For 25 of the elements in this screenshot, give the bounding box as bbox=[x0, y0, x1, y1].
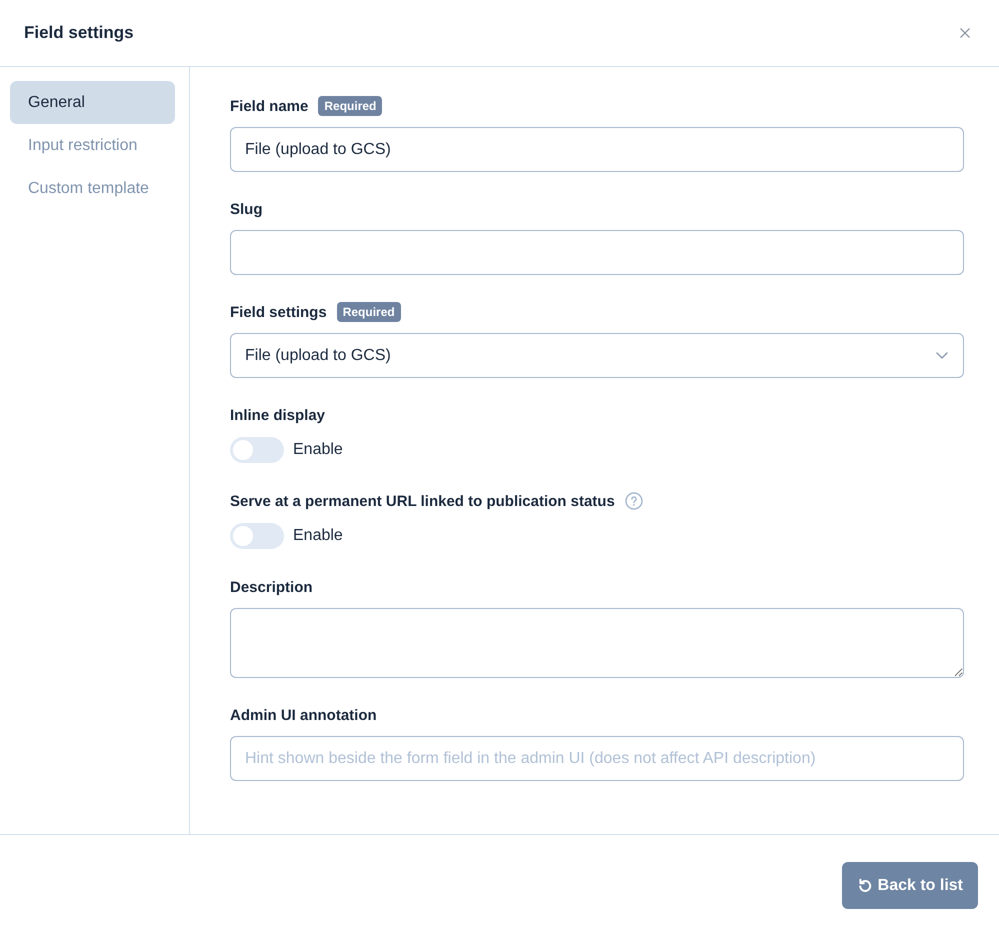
chevron-down-icon bbox=[936, 352, 948, 359]
field-label: Description bbox=[230, 578, 313, 596]
close-icon[interactable] bbox=[960, 28, 970, 38]
dialog-title: Field settings bbox=[24, 23, 134, 43]
required-badge: Required bbox=[336, 302, 401, 322]
back-to-list-button[interactable]: Back to list bbox=[842, 862, 978, 909]
field-label: Slug bbox=[230, 200, 262, 218]
sidebar-tab[interactable]: General bbox=[10, 81, 175, 124]
field-label: Field name bbox=[230, 98, 308, 114]
text-input[interactable]: File (upload to GCS) bbox=[230, 127, 964, 172]
undo-icon bbox=[856, 878, 873, 894]
text-input[interactable]: Hint shown beside the form field in the admin UI (does not affect API description) bbox=[230, 736, 964, 781]
required-badge: Required bbox=[318, 96, 382, 116]
field-label: Serve at a permanent URL linked to publication status bbox=[230, 492, 615, 510]
select-field[interactable]: File (upload to GCS) bbox=[230, 333, 964, 378]
help-icon[interactable] bbox=[624, 492, 643, 510]
field-label: Inline display bbox=[230, 406, 326, 424]
toggle-switch[interactable] bbox=[230, 437, 284, 463]
toggle-switch[interactable] bbox=[230, 523, 284, 549]
text-input[interactable] bbox=[230, 230, 964, 275]
field-label: Field settings bbox=[230, 304, 327, 320]
toggle-label: Enable bbox=[293, 527, 343, 545]
textarea-field[interactable] bbox=[230, 608, 964, 678]
toggle-label: Enable bbox=[293, 441, 343, 459]
field-label: Admin UI annotation bbox=[230, 706, 377, 724]
